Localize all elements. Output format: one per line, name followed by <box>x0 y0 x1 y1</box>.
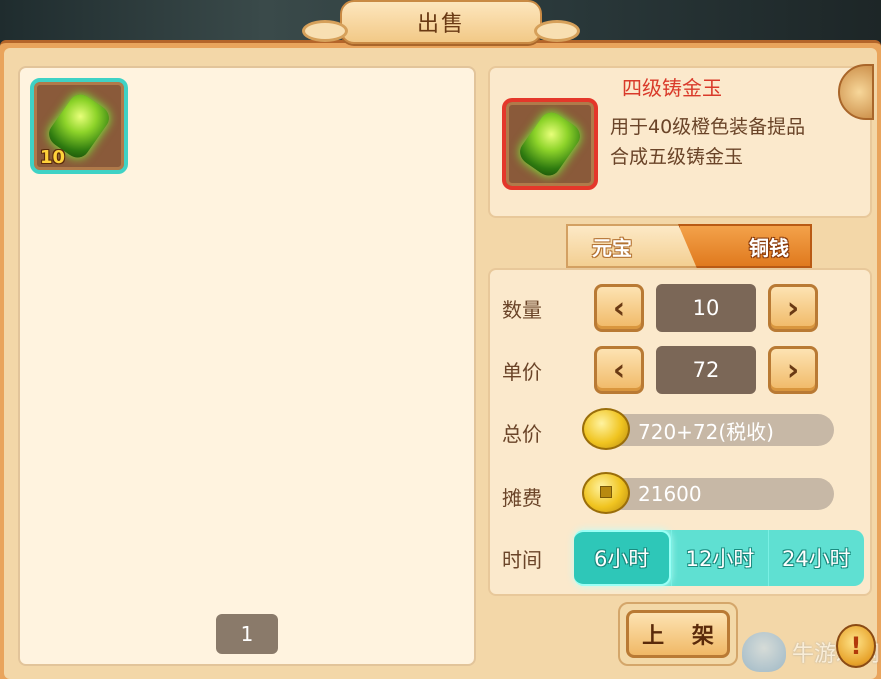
sell-form: 数量 ‹ 10 › 单价 ‹ 72 › 总价 720+72(税收) 摊费 216… <box>488 268 872 596</box>
duration-selector: 6小时 12小时 24小时 <box>574 530 864 586</box>
hint-button[interactable]: ! <box>836 624 876 668</box>
time-label: 时间 <box>502 548 542 572</box>
slot-count: 10 <box>40 147 66 168</box>
quantity-increase-button[interactable]: › <box>768 284 818 332</box>
scroll-ornament-left-icon <box>302 20 348 42</box>
stall-fee-value: 21600 <box>638 482 702 506</box>
duration-option-12h[interactable]: 12小时 <box>671 530 767 586</box>
stall-fee-bar: 21600 <box>582 472 834 514</box>
duration-option-24h[interactable]: 24小时 <box>767 530 864 586</box>
quantity-decrease-button[interactable]: ‹ <box>594 284 644 332</box>
inventory-slot[interactable]: 10 <box>30 78 128 174</box>
chevron-right-icon: › <box>786 290 800 326</box>
gold-ingot-icon <box>582 408 630 450</box>
chevron-left-icon: ‹ <box>612 290 626 326</box>
item-desc-line: 合成五级铸金玉 <box>610 146 744 168</box>
item-detail-card: 四级铸金玉 用于40级橙色装备提品 合成五级铸金玉 <box>488 64 874 218</box>
duration-option-6h[interactable]: 6小时 <box>574 530 672 586</box>
scroll-ornament-right-icon <box>534 20 580 42</box>
list-item-button-frame: 上 架 <box>618 602 738 666</box>
item-icon-frame <box>502 98 598 190</box>
price-increase-button[interactable]: › <box>768 346 818 394</box>
total-price-value: 720+72(税收) <box>638 419 774 444</box>
price-label: 单价 <box>502 360 542 384</box>
inventory-panel: 10 1 <box>18 66 476 666</box>
total-price-bar: 720+72(税收) <box>582 408 834 450</box>
currency-tabs: 元宝 铜钱 <box>566 224 812 268</box>
price-decrease-button[interactable]: ‹ <box>594 346 644 394</box>
item-desc-line: 用于40级橙色装备提品 <box>610 116 806 138</box>
item-description: 用于40级橙色装备提品 合成五级铸金玉 <box>610 112 868 172</box>
quantity-value[interactable]: 10 <box>656 284 756 332</box>
jade-gem-icon <box>515 107 585 181</box>
list-item-button[interactable]: 上 架 <box>626 610 730 658</box>
total-label: 总价 <box>502 422 542 446</box>
copper-coin-icon <box>582 472 630 514</box>
exclamation-icon: ! <box>850 632 862 660</box>
title-plaque: 出售 <box>302 0 580 44</box>
mascot-logo-icon <box>742 632 786 672</box>
price-value[interactable]: 72 <box>656 346 756 394</box>
fee-label: 摊费 <box>502 486 542 510</box>
tab-tongqian[interactable]: 铜钱 <box>678 224 812 268</box>
page-title: 出售 <box>416 12 465 37</box>
page-number: 1 <box>216 614 278 654</box>
tab-yuanbao[interactable]: 元宝 <box>566 224 698 268</box>
chevron-right-icon: › <box>786 352 800 388</box>
quantity-label: 数量 <box>502 298 542 322</box>
item-name: 四级铸金玉 <box>622 76 722 100</box>
chevron-left-icon: ‹ <box>612 352 626 388</box>
